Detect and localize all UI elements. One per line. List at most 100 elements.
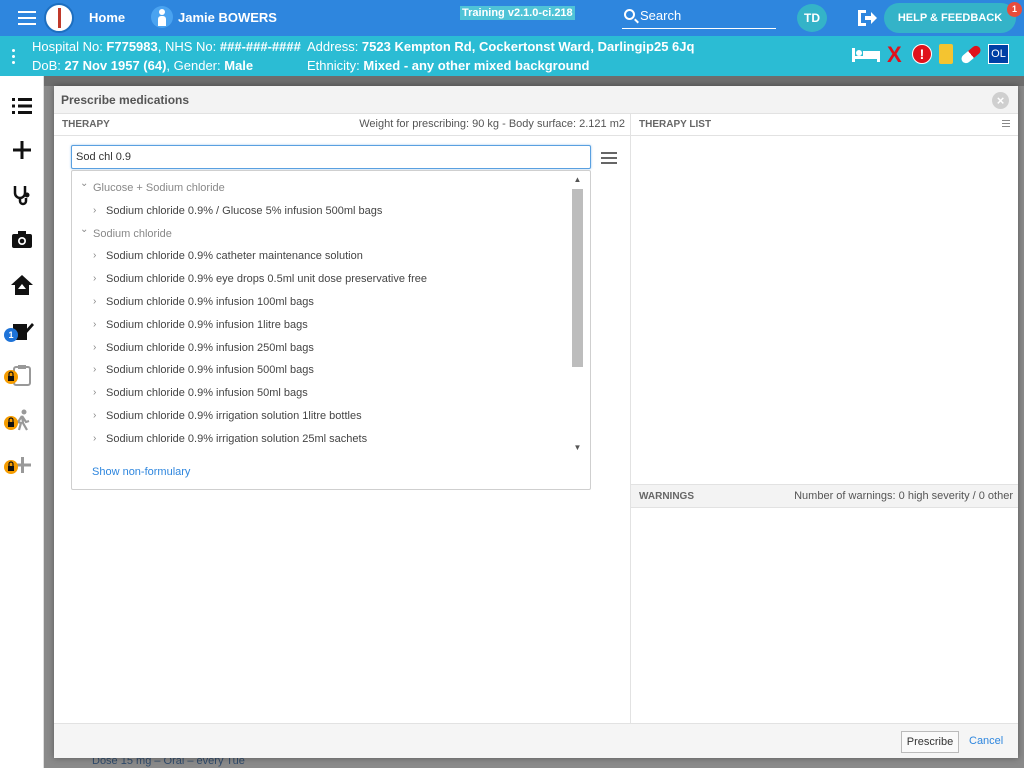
banner-row-2: DoB: 27 Nov 1957 (64), Gender: Male xyxy=(32,58,253,73)
lock-badge-icon xyxy=(4,370,18,384)
result-item[interactable]: › Sodium chloride 0.9% infusion 100ml bag… xyxy=(72,293,572,313)
task-count-badge: 1 xyxy=(4,328,18,342)
therapy-list-menu-icon[interactable] xyxy=(1002,120,1010,128)
chevron-down-icon: ⌄ xyxy=(80,223,89,235)
address-label: Address: xyxy=(307,39,362,54)
gender-label: , Gender: xyxy=(166,58,225,73)
modal-title: Prescribe medications xyxy=(61,93,190,107)
scroll-down-icon[interactable]: ▼ xyxy=(572,443,583,454)
scrollbar[interactable]: ▲ ▼ xyxy=(571,175,584,454)
result-label: Sodium chloride 0.9% irrigation solution… xyxy=(106,410,362,422)
show-non-formulary-link[interactable]: Show non-formulary xyxy=(92,466,190,478)
search-label: Search xyxy=(640,8,682,23)
chevron-right-icon: › xyxy=(93,432,97,444)
result-group[interactable]: ⌄ Glucose + Sodium chloride xyxy=(72,178,572,199)
app-logo xyxy=(44,3,74,33)
chevron-right-icon: › xyxy=(93,364,97,376)
search-icon xyxy=(624,9,635,20)
result-group[interactable]: ⌄ Sodium chloride xyxy=(72,223,572,245)
chevron-right-icon: › xyxy=(93,296,97,307)
stethoscope-icon[interactable] xyxy=(10,183,34,207)
hamburger-menu-icon[interactable] xyxy=(18,11,36,25)
user-avatar[interactable]: TD xyxy=(797,4,827,32)
result-item[interactable]: › Sodium chloride 0.9% infusion 500ml bag… xyxy=(72,361,572,381)
therapy-list-label: THERAPY LIST xyxy=(639,119,712,130)
prescribe-button[interactable]: Prescribe xyxy=(901,731,959,753)
lock-badge-icon xyxy=(4,416,18,430)
search-field[interactable]: Search xyxy=(622,5,776,29)
chevron-right-icon: › xyxy=(93,273,97,285)
lock-badge-icon xyxy=(4,460,18,474)
panel-divider xyxy=(630,114,631,724)
patient-icon xyxy=(151,6,173,28)
therapy-header: THERAPY Weight for prescribing: 90 kg - … xyxy=(54,114,630,136)
add-icon[interactable] xyxy=(10,138,34,162)
logout-icon[interactable] xyxy=(856,9,878,27)
result-item[interactable]: › Sodium chloride 0.9% infusion 50ml bags xyxy=(72,384,572,404)
chevron-right-icon: › xyxy=(93,341,97,353)
result-label: Sodium chloride 0.9% infusion 1litre bag… xyxy=(106,318,308,331)
nhs-number: ###-###-#### xyxy=(219,39,301,54)
prescribe-modal: Prescribe medications × THERAPY Weight f… xyxy=(54,86,1018,758)
result-item[interactable]: › Sodium chloride 0.9% infusion 250ml bag… xyxy=(72,339,572,359)
bed-icon[interactable] xyxy=(852,48,880,62)
result-item[interactable]: › Sodium chloride 0.9% / Glucose 5% infus… xyxy=(72,202,572,222)
result-item[interactable]: › Sodium chloride 0.9% catheter maintenan… xyxy=(72,247,572,267)
list-icon[interactable] xyxy=(10,94,34,118)
therapy-list-header: THERAPY LIST xyxy=(631,114,1018,136)
home-link[interactable]: Home xyxy=(89,10,125,25)
pill-icon[interactable] xyxy=(959,43,983,66)
chevron-right-icon: › xyxy=(93,250,97,262)
result-label: Sodium chloride 0.9% irrigation solution… xyxy=(106,432,368,445)
list-menu-icon[interactable] xyxy=(601,152,617,164)
ethnicity-value: Mixed - any other mixed background xyxy=(363,58,590,73)
chevron-right-icon: › xyxy=(93,318,97,330)
notification-badge: 1 xyxy=(1007,2,1022,17)
medication-search-input[interactable] xyxy=(71,145,591,169)
result-item[interactable]: › Sodium chloride 0.9% irrigation solutio… xyxy=(72,430,572,450)
patient-banner: Hospital No: F775983, NHS No: ###-###-##… xyxy=(0,36,1024,76)
ol-badge[interactable]: OL xyxy=(988,44,1009,64)
result-item[interactable]: › Sodium chloride 0.9% eye drops 0.5ml un… xyxy=(72,270,572,290)
result-item[interactable]: › Sodium chloride 0.9% infusion 1litre ba… xyxy=(72,316,572,336)
hospital-label: Hospital No: xyxy=(32,39,107,54)
warnings-header: WARNINGS Number of warnings: 0 high seve… xyxy=(631,484,1018,508)
dob-value: 27 Nov 1957 (64) xyxy=(64,58,167,73)
modal-footer: Prescribe Cancel xyxy=(54,723,1018,758)
help-feedback-button[interactable]: HELP & FEEDBACK xyxy=(884,3,1016,33)
cancel-button[interactable]: Cancel xyxy=(969,735,1003,747)
patient-name[interactable]: Jamie BOWERS xyxy=(178,10,277,25)
result-label: Sodium chloride 0.9% catheter maintenanc… xyxy=(106,250,363,263)
chevron-right-icon: › xyxy=(93,410,97,421)
more-vertical-icon[interactable] xyxy=(12,49,16,67)
scroll-up-icon[interactable]: ▲ xyxy=(572,175,583,186)
dob-label: DoB: xyxy=(32,58,65,73)
chevron-right-icon: › xyxy=(93,387,97,399)
address-value: 7523 Kempton Rd, Cockertonst Ward, Darli… xyxy=(361,39,695,54)
result-label: Sodium chloride 0.9% infusion 50ml bags xyxy=(106,387,308,400)
result-label: Sodium chloride 0.9% eye drops 0.5ml uni… xyxy=(106,273,428,286)
result-label: Sodium chloride xyxy=(93,227,172,240)
chevron-down-icon: ⌄ xyxy=(80,178,89,189)
allergy-alert-icon[interactable]: X xyxy=(887,42,902,68)
clipboard-plus-icon[interactable] xyxy=(939,44,953,64)
modal-header: Prescribe medications × xyxy=(54,86,1018,114)
hospital-number: F775983 xyxy=(106,39,158,54)
banner-address: Address: 7523 Kempton Rd, Cockertonst Wa… xyxy=(307,39,694,54)
gender-value: Male xyxy=(224,58,254,73)
banner-row-1: Hospital No: F775983, NHS No: ###-###-##… xyxy=(32,39,301,54)
home-arrow-icon[interactable] xyxy=(10,273,34,297)
result-item[interactable]: › Sodium chloride 0.9% irrigation solutio… xyxy=(72,407,572,427)
result-label: Sodium chloride 0.9% / Glucose 5% infusi… xyxy=(106,204,383,217)
result-label: Sodium chloride 0.9% infusion 100ml bags xyxy=(106,296,314,308)
camera-icon[interactable] xyxy=(10,228,34,252)
warnings-label: WARNINGS xyxy=(639,491,694,502)
scroll-thumb[interactable] xyxy=(572,189,583,367)
left-sidebar: 1 xyxy=(0,76,44,768)
banner-ethnicity: Ethnicity: Mixed - any other mixed backg… xyxy=(307,58,589,73)
close-icon[interactable]: × xyxy=(992,92,1009,109)
result-label: Sodium chloride 0.9% infusion 250ml bags xyxy=(106,341,314,354)
top-bar: Home Jamie BOWERS Training v2.1.0-ci.218… xyxy=(0,0,1024,36)
warning-alert-icon[interactable]: ! xyxy=(912,44,932,64)
search-results-dropdown: ▲ ▼ Show non-formulary ⌄ Glucose + Sodium… xyxy=(71,170,591,490)
